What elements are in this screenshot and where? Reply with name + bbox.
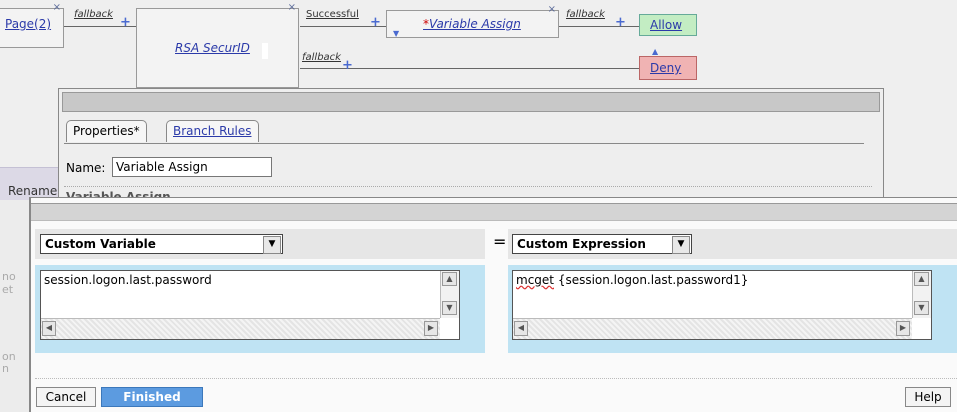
left-vertical-scrollbar[interactable]: ▲ ▼ bbox=[440, 271, 459, 318]
right-expression-type-select[interactable]: Custom Expression ▼ bbox=[512, 234, 692, 254]
branch-fallback-1[interactable]: fallback bbox=[74, 9, 113, 20]
add-branch-plus-icon[interactable]: + bbox=[120, 15, 131, 30]
page-node-close-icon[interactable]: × bbox=[53, 2, 61, 13]
equals-sign: = bbox=[493, 232, 507, 251]
help-button[interactable]: Help bbox=[905, 387, 951, 407]
add-branch-plus-icon[interactable]: + bbox=[342, 58, 353, 73]
cancel-button[interactable]: Cancel bbox=[36, 387, 96, 407]
connector-line bbox=[559, 26, 639, 27]
properties-panel-header[interactable] bbox=[62, 92, 880, 112]
chevron-down-icon[interactable]: ▼ bbox=[672, 236, 690, 254]
faded-text: et bbox=[2, 283, 14, 296]
right-select-value: Custom Expression bbox=[517, 237, 646, 251]
branch-fallback-3[interactable]: fallback bbox=[566, 9, 605, 20]
chevron-down-icon[interactable]: ▼ bbox=[263, 236, 281, 254]
page-link[interactable]: Page(2) bbox=[5, 17, 51, 31]
left-select-value: Custom Variable bbox=[45, 237, 156, 251]
left-variable-type-select[interactable]: Custom Variable ▼ bbox=[40, 234, 283, 254]
properties-tabs: Properties* Branch Rules bbox=[64, 120, 864, 144]
left-horizontal-scrollbar[interactable]: ◀ ▶ bbox=[41, 318, 440, 339]
node-expand-icon[interactable]: ▲ bbox=[652, 47, 658, 56]
scroll-left-icon[interactable]: ◀ bbox=[514, 321, 528, 336]
text-cursor bbox=[262, 43, 268, 59]
variable-assign-node[interactable]: × ▼ *Variable Assign bbox=[386, 4, 559, 38]
right-expression-text: {session.logon.last.password1} bbox=[554, 273, 749, 287]
add-branch-plus-icon[interactable]: + bbox=[615, 15, 626, 30]
name-input[interactable]: Variable Assign bbox=[112, 157, 272, 177]
left-variable-text: session.logon.last.password bbox=[44, 273, 212, 287]
scroll-up-icon[interactable]: ▲ bbox=[914, 272, 929, 286]
rsa-securid-link[interactable]: RSA SecurID bbox=[175, 41, 250, 55]
tab-branch-rules-label[interactable]: Branch Rules bbox=[173, 124, 252, 138]
name-label: Name: bbox=[66, 161, 106, 175]
rsa-node-close-icon[interactable]: × bbox=[288, 2, 296, 13]
dialog-footer-divider bbox=[35, 378, 957, 379]
divider bbox=[64, 186, 872, 187]
faded-text: n bbox=[2, 362, 9, 375]
node-collapse-icon[interactable]: ▼ bbox=[393, 29, 399, 38]
branch-successful[interactable]: Successful bbox=[306, 9, 359, 20]
deny-terminal[interactable]: Deny bbox=[639, 56, 697, 80]
rename-strip: Rename bbox=[0, 167, 58, 200]
add-branch-plus-icon[interactable]: + bbox=[370, 15, 381, 30]
rename-partial-label[interactable]: Rename bbox=[8, 184, 57, 198]
deny-link[interactable]: Deny bbox=[650, 61, 681, 75]
right-vertical-scrollbar[interactable]: ▲ ▼ bbox=[912, 271, 931, 318]
tab-branch-rules[interactable]: Branch Rules bbox=[166, 120, 259, 142]
scroll-left-icon[interactable]: ◀ bbox=[42, 321, 56, 336]
scroll-down-icon[interactable]: ▼ bbox=[442, 301, 457, 315]
scroll-up-icon[interactable]: ▲ bbox=[442, 272, 457, 286]
variable-assign-label: Variable Assign bbox=[429, 17, 521, 31]
page-node[interactable]: × Page(2) bbox=[0, 2, 64, 48]
dialog-header[interactable] bbox=[31, 203, 957, 221]
allow-link[interactable]: Allow bbox=[650, 18, 682, 32]
tab-properties-label: Properties* bbox=[73, 124, 140, 138]
faded-text: no bbox=[2, 270, 16, 283]
rsa-securid-node[interactable]: × RSA SecurID bbox=[136, 2, 299, 88]
allow-terminal[interactable]: Allow bbox=[639, 14, 697, 36]
right-expression-command: mcget bbox=[516, 273, 554, 287]
variable-assign-close-icon[interactable]: × bbox=[548, 4, 556, 15]
scroll-down-icon[interactable]: ▼ bbox=[914, 301, 929, 315]
branch-fallback-2[interactable]: fallback bbox=[302, 52, 341, 63]
finished-button[interactable]: Finished bbox=[101, 387, 203, 407]
scroll-right-icon[interactable]: ▶ bbox=[424, 321, 438, 336]
variable-assign-link[interactable]: *Variable Assign bbox=[423, 17, 521, 31]
scroll-right-icon[interactable]: ▶ bbox=[896, 321, 910, 336]
tab-properties[interactable]: Properties* bbox=[66, 120, 147, 142]
right-horizontal-scrollbar[interactable]: ◀ ▶ bbox=[513, 318, 912, 339]
